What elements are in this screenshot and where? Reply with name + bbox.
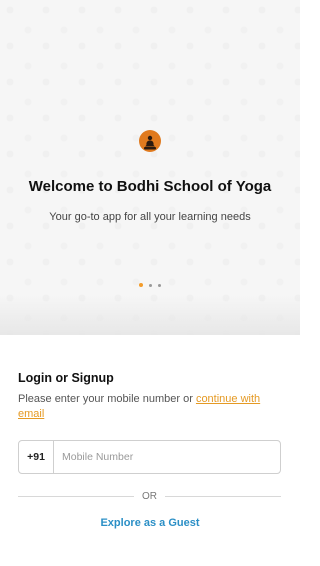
country-code[interactable]: +91 bbox=[19, 441, 54, 473]
or-text: OR bbox=[142, 491, 157, 502]
carousel-indicator bbox=[0, 283, 300, 287]
yoga-meditation-logo-icon bbox=[139, 130, 161, 152]
carousel-dot[interactable] bbox=[149, 283, 152, 287]
welcome-title: Welcome to Bodhi School of Yoga bbox=[28, 178, 272, 195]
tagline: Your go-to app for all your learning nee… bbox=[49, 211, 251, 223]
divider-line bbox=[18, 496, 134, 497]
login-sheet: Login or Signup Please enter your mobile… bbox=[0, 345, 300, 566]
divider-line bbox=[165, 496, 281, 497]
login-title: Login or Signup bbox=[18, 371, 114, 385]
mobile-number-field: +91 bbox=[18, 440, 281, 474]
carousel-dot[interactable] bbox=[158, 283, 161, 287]
mobile-number-input[interactable] bbox=[54, 441, 280, 473]
explore-as-guest-button[interactable]: Explore as a Guest bbox=[0, 517, 300, 529]
carousel-dot-active[interactable] bbox=[139, 283, 143, 287]
login-description: Please enter your mobile number or conti… bbox=[18, 392, 280, 422]
or-divider: OR bbox=[18, 491, 281, 502]
onboarding-hero: Welcome to Bodhi School of Yoga Your go-… bbox=[0, 0, 300, 335]
login-description-text: Please enter your mobile number or bbox=[18, 393, 196, 405]
